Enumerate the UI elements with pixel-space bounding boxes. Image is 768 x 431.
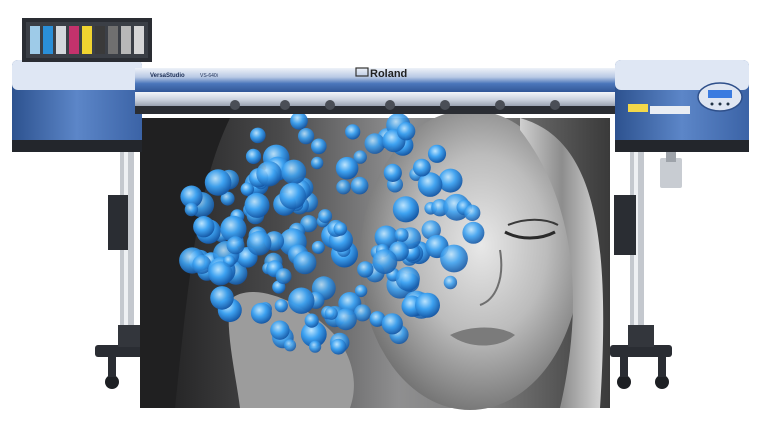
hydrangea-petal xyxy=(279,182,307,210)
hydrangea-petal xyxy=(249,127,266,144)
hydrangea-petal xyxy=(330,338,347,355)
hydrangea-petal xyxy=(354,284,368,298)
hydrangea-petal xyxy=(336,179,351,195)
hydrangea-petal xyxy=(372,249,398,274)
hydrangea-petal xyxy=(244,192,270,218)
hydrangea-petal xyxy=(274,299,288,313)
hydrangea-petal xyxy=(210,286,234,310)
hydrangea-petal xyxy=(293,251,317,275)
hydrangea-petal xyxy=(184,202,199,217)
hydrangea-petal xyxy=(440,244,468,273)
hydrangea-petal xyxy=(290,112,308,130)
ink-cartridge xyxy=(56,26,66,54)
ink-cartridge xyxy=(30,26,40,54)
hydrangea-petal xyxy=(464,204,481,221)
hydrangea-petal xyxy=(443,275,458,290)
hydrangea-petal xyxy=(415,292,440,318)
hydrangea-petal xyxy=(318,209,333,224)
hydrangea-petal xyxy=(462,221,485,244)
hydrangea-petal xyxy=(304,313,319,328)
series-label: VersaStudio xyxy=(150,73,185,79)
hydrangea-petal xyxy=(208,261,233,286)
hydrangea-petal xyxy=(311,240,325,254)
model-label: VS-640i xyxy=(200,73,218,79)
ink-cartridge xyxy=(69,26,79,54)
brand-logo: Roland xyxy=(370,68,407,80)
hydrangea-petal xyxy=(392,196,419,223)
hydrangea-petal xyxy=(333,222,348,236)
hydrangea-petal xyxy=(288,287,315,314)
hydrangea-petal xyxy=(364,133,386,154)
hydrangea-petal xyxy=(281,159,307,185)
hydrangea-petal xyxy=(311,138,327,155)
hydrangea-petal xyxy=(226,236,245,255)
hydrangea-petal xyxy=(394,228,409,242)
hydrangea-petal xyxy=(345,124,361,140)
hydrangea-petal xyxy=(283,339,297,352)
hydrangea-petal xyxy=(298,128,315,145)
hydrangea-petal xyxy=(256,161,282,187)
ink-cartridge xyxy=(43,26,53,54)
hydrangea-petal xyxy=(275,268,292,285)
ink-cartridge xyxy=(108,26,118,54)
hydrangea-petal xyxy=(335,156,359,180)
printer-photo: Roland VersaStudio VS-640i xyxy=(12,18,749,410)
ink-cartridge xyxy=(121,26,131,54)
hydrangea-petal xyxy=(270,320,290,340)
hydrangea-petal xyxy=(350,176,369,195)
hydrangea-petal xyxy=(204,169,232,196)
hydrangea-petal xyxy=(357,261,374,278)
hydrangea-petal xyxy=(383,163,402,182)
hydrangea-petal xyxy=(250,302,272,324)
hydrangea-petal xyxy=(413,158,431,177)
hydrangea-petal xyxy=(427,144,447,163)
hydrangea-petal xyxy=(324,306,338,320)
ink-cartridge xyxy=(95,26,105,54)
hydrangea-petal xyxy=(246,230,272,256)
ink-cartridge xyxy=(134,26,144,54)
hydrangea-petal xyxy=(309,340,322,353)
hydrangea-petal xyxy=(396,122,416,141)
hydrangea-petal xyxy=(193,216,215,238)
hydrangea-petal xyxy=(310,156,324,170)
hydrangea-petal xyxy=(438,168,463,193)
hydrangea-petal xyxy=(381,313,403,335)
hydrangea-petal xyxy=(245,148,262,164)
hydrangea-petal xyxy=(335,308,357,331)
ink-cartridge xyxy=(82,26,92,54)
hydrangea-petal xyxy=(395,266,420,291)
